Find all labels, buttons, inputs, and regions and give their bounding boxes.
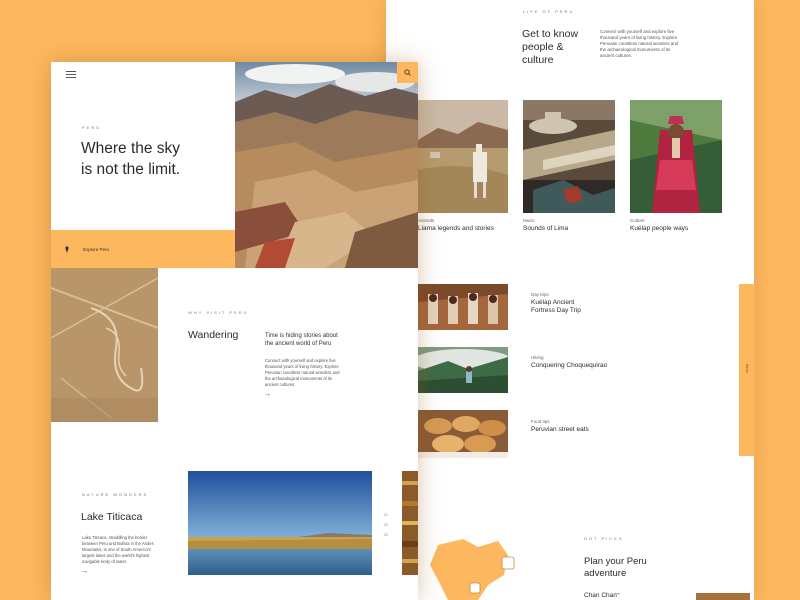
search-icon [404,69,411,76]
front-page: PERU Where the sky is not the limit. Exp… [51,62,418,600]
life-kicker: LIFE OF PERU [523,9,575,14]
nature-heading: Lake Titicaca [81,511,143,523]
pager-item[interactable]: 03 [384,530,388,540]
side-tab-label: Menu [745,364,749,373]
culture-heading: Get to know people & culture [522,28,579,66]
pager-item[interactable]: 02 [384,520,388,530]
trip-1-photo[interactable] [418,284,508,330]
card-2-title[interactable]: Sounds of Lima [523,225,568,233]
explore-peru-button[interactable]: Explore Peru [51,230,235,268]
why-kicker: WHY VISIT PERU [188,310,249,315]
next-slide-photo[interactable] [402,471,418,575]
card-1-category: Animals [418,218,435,223]
explore-label: Explore Peru [83,247,110,252]
culture-intro: Connect with yourself and explore five t… [600,29,679,58]
music-photo[interactable] [523,100,615,213]
trip-2-photo[interactable] [418,347,508,393]
peru-map[interactable] [418,535,518,600]
trip-2-title[interactable]: Conquering Choquequirao [531,362,607,370]
trip-1-title[interactable]: Kuélap Ancient Fortress Day Trip [531,299,591,315]
trip-2-category: Hiking [531,355,544,360]
card-2-category: Music [523,218,535,223]
slider-pager[interactable]: 01 02 03 [384,510,388,540]
plan-photo[interactable] [696,593,750,600]
pin-icon [65,246,69,253]
nature-kicker: NATURE WONDERS [82,492,149,497]
pager-item[interactable]: 01 [384,510,388,520]
search-button[interactable] [397,62,418,83]
hero-kicker: PERU [82,125,102,130]
lake-titicaca-photo [188,471,372,575]
plan-link[interactable]: Chan Chan [584,592,617,600]
why-arrow-icon[interactable]: → [264,391,271,398]
card-1-title[interactable]: Llama legends and stories [418,225,494,233]
card-3-title[interactable]: Kuélap people ways [630,225,688,233]
trip-3-category: Food tips [531,419,550,424]
why-heading: Wandering [188,329,239,341]
llama-photo[interactable] [418,100,508,213]
hero-title: Where the sky is not the limit. [81,140,181,178]
hamburger-icon[interactable] [66,71,76,78]
nazca-lines-photo [51,268,158,422]
trip-3-title[interactable]: Peruvian street eats [531,426,589,434]
hero-mountain-photo [235,62,418,268]
plan-arrow-icon[interactable]: → [614,590,621,597]
why-body: Connect with yourself and explore five t… [265,358,340,387]
nature-body: Lake Titicaca, straddling the border bet… [82,535,154,564]
trip-3-photo[interactable] [418,410,508,458]
nature-arrow-icon[interactable]: → [81,568,88,575]
why-subheading: Time is hiding stories about the ancient… [265,333,338,347]
plan-heading: Plan your Peru adventure [584,556,647,579]
back-page: LIFE OF PERU Get to know people & cultur… [386,0,754,600]
trip-1-category: Day trips [531,292,549,297]
culture-photo[interactable] [630,100,722,213]
card-3-category: Culture [630,218,645,223]
hot-picks-kicker: HOT PICKS [584,536,624,541]
side-menu-tab[interactable]: Menu [739,284,755,456]
